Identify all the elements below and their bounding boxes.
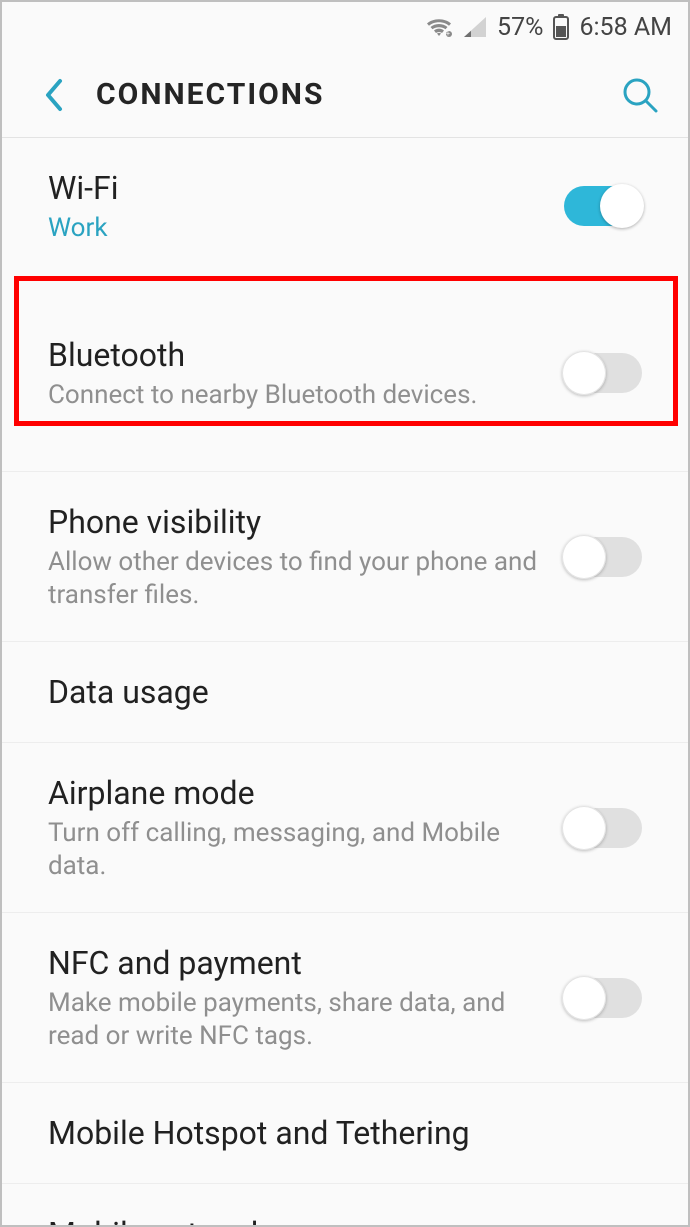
phone-visibility-toggle[interactable]: [564, 537, 642, 577]
phone-visibility-title: Phone visibility: [48, 502, 544, 542]
wifi-toggle[interactable]: [564, 186, 642, 226]
row-data-usage[interactable]: Data usage: [2, 642, 688, 743]
bluetooth-subtitle: Connect to nearby Bluetooth devices.: [48, 379, 544, 412]
airplane-subtitle: Turn off calling, messaging, and Mobile …: [48, 817, 544, 882]
back-icon[interactable]: [42, 77, 64, 113]
signal-icon: [463, 16, 487, 38]
nfc-title: NFC and payment: [48, 943, 544, 983]
mobile-networks-title: Mobile networks: [48, 1214, 622, 1225]
wifi-subtitle: Work: [48, 212, 544, 245]
search-icon[interactable]: [620, 75, 660, 115]
phone-visibility-subtitle: Allow other devices to find your phone a…: [48, 546, 544, 611]
nfc-subtitle: Make mobile payments, share data, and re…: [48, 987, 544, 1052]
row-phone-visibility[interactable]: Phone visibility Allow other devices to …: [2, 472, 688, 642]
battery-percent: 57%: [497, 13, 543, 42]
airplane-title: Airplane mode: [48, 773, 544, 813]
data-usage-title: Data usage: [48, 672, 622, 712]
settings-list: Wi-Fi Work Bluetooth Connect to nearby B…: [2, 138, 688, 1225]
wifi-title: Wi-Fi: [48, 168, 544, 208]
row-bluetooth[interactable]: Bluetooth Connect to nearby Bluetooth de…: [2, 275, 688, 473]
bluetooth-title: Bluetooth: [48, 335, 544, 375]
app-header: CONNECTIONS: [2, 52, 688, 138]
wifi-icon: +: [425, 16, 453, 38]
row-hotspot[interactable]: Mobile Hotspot and Tethering: [2, 1083, 688, 1184]
row-nfc[interactable]: NFC and payment Make mobile payments, sh…: [2, 913, 688, 1083]
page-title: CONNECTIONS: [96, 77, 324, 112]
svg-text:+: +: [446, 30, 450, 38]
bluetooth-toggle[interactable]: [564, 353, 642, 393]
battery-icon: [553, 14, 569, 40]
airplane-toggle[interactable]: [564, 808, 642, 848]
row-mobile-networks[interactable]: Mobile networks: [2, 1184, 688, 1225]
hotspot-title: Mobile Hotspot and Tethering: [48, 1113, 622, 1153]
row-airplane-mode[interactable]: Airplane mode Turn off calling, messagin…: [2, 743, 688, 913]
status-time: 6:58 AM: [579, 13, 672, 42]
row-wifi[interactable]: Wi-Fi Work: [2, 138, 688, 275]
nfc-toggle[interactable]: [564, 978, 642, 1018]
status-bar: + 57% 6:58 AM: [2, 2, 688, 52]
